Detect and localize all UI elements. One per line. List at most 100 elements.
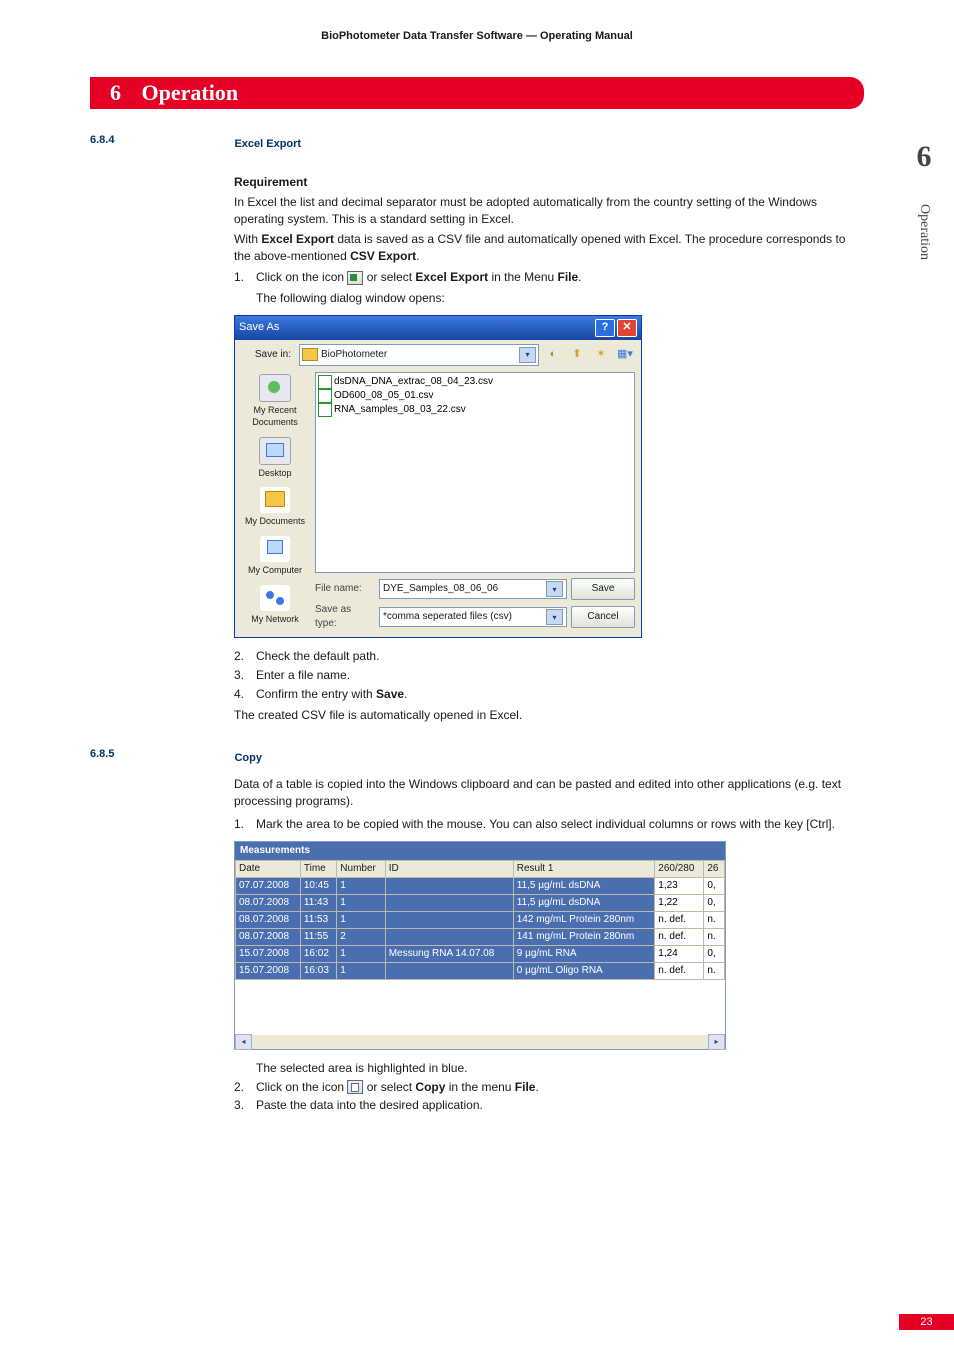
- step-1: Click on the icon or select Excel Export…: [256, 269, 864, 307]
- table-row[interactable]: 15.07.200816:031 0 µg/mL Oligo RNAn. def.…: [236, 962, 725, 979]
- scroll-left-icon[interactable]: ◂: [235, 1034, 252, 1050]
- section-number: 6.8.4: [90, 134, 230, 146]
- column-header[interactable]: 260/280: [655, 860, 704, 877]
- table-cell[interactable]: 1: [337, 962, 385, 979]
- scroll-right-icon[interactable]: ▸: [708, 1034, 725, 1050]
- table-cell[interactable]: 1,23: [655, 877, 704, 894]
- table-cell[interactable]: n. def.: [655, 911, 704, 928]
- table-cell[interactable]: 16:03: [300, 962, 336, 979]
- new-folder-icon[interactable]: ✶: [591, 345, 611, 365]
- table-cell[interactable]: Messung RNA 14.07.08: [385, 945, 513, 962]
- step-number: 1.: [234, 269, 256, 307]
- column-header[interactable]: Number: [337, 860, 385, 877]
- table-cell[interactable]: 08.07.2008: [236, 894, 301, 911]
- table-row[interactable]: 08.07.200811:531142 mg/mL Protein 280nmn…: [236, 911, 725, 928]
- place-desktop[interactable]: Desktop: [235, 437, 315, 480]
- step-3: Enter a file name.: [256, 667, 864, 684]
- column-header[interactable]: Result 1: [513, 860, 655, 877]
- column-header[interactable]: Time: [300, 860, 336, 877]
- table-cell[interactable]: 11:53: [300, 911, 336, 928]
- copy-step-2: Click on the icon or select Copy in the …: [256, 1079, 864, 1096]
- table-cell[interactable]: n.: [704, 928, 725, 945]
- file-item[interactable]: dsDNA_DNA_extrac_08_04_23.csv: [318, 375, 632, 389]
- back-icon[interactable]: ◐: [543, 345, 563, 365]
- table-cell[interactable]: 08.07.2008: [236, 911, 301, 928]
- table-cell[interactable]: 15.07.2008: [236, 945, 301, 962]
- table-row[interactable]: 08.07.200811:431 11,5 µg/mL dsDNA1,220,: [236, 894, 725, 911]
- table-cell[interactable]: n.: [704, 962, 725, 979]
- up-one-level-icon[interactable]: ⬆: [567, 345, 587, 365]
- table-cell[interactable]: 142 mg/mL Protein 280nm: [513, 911, 655, 928]
- place-my-documents[interactable]: My Documents: [235, 487, 315, 528]
- table-cell[interactable]: 11:43: [300, 894, 336, 911]
- place-my-network[interactable]: My Network: [235, 585, 315, 626]
- table-cell[interactable]: 15.07.2008: [236, 962, 301, 979]
- table-cell[interactable]: 16:02: [300, 945, 336, 962]
- views-icon[interactable]: ▦▾: [615, 345, 635, 365]
- file-item[interactable]: OD600_08_05_01.csv: [318, 389, 632, 403]
- folder-icon: [302, 348, 318, 361]
- file-item[interactable]: RNA_samples_08_03_22.csv: [318, 403, 632, 417]
- table-cell[interactable]: 141 mg/mL Protein 280nm: [513, 928, 655, 945]
- save-as-type-label: Save as type:: [315, 603, 375, 631]
- table-cell[interactable]: [385, 928, 513, 945]
- copy-icon: [347, 1080, 363, 1094]
- table-cell[interactable]: n. def.: [655, 928, 704, 945]
- table-row[interactable]: 07.07.200810:451 11,5 µg/mL dsDNA1,230,: [236, 877, 725, 894]
- chevron-down-icon[interactable]: ▾: [546, 581, 563, 597]
- step-number: 1.: [234, 816, 256, 833]
- table-cell[interactable]: 1: [337, 911, 385, 928]
- chevron-down-icon[interactable]: ▾: [546, 609, 563, 625]
- table-cell[interactable]: 07.07.2008: [236, 877, 301, 894]
- requirement-p1: In Excel the list and decimal separator …: [234, 194, 864, 228]
- close-button[interactable]: ✕: [617, 319, 637, 337]
- table-cell[interactable]: n. def.: [655, 962, 704, 979]
- chapter-title: Operation: [142, 80, 239, 105]
- table-cell[interactable]: 1: [337, 894, 385, 911]
- table-cell[interactable]: 9 µg/mL RNA: [513, 945, 655, 962]
- chevron-down-icon[interactable]: ▾: [519, 347, 536, 363]
- filename-label: File name:: [315, 582, 375, 596]
- table-cell[interactable]: [385, 911, 513, 928]
- table-row[interactable]: 08.07.200811:552141 mg/mL Protein 280nmn…: [236, 928, 725, 945]
- side-tab: 6 Operation: [894, 140, 954, 260]
- table-cell[interactable]: 0,: [704, 877, 725, 894]
- table-cell[interactable]: n.: [704, 911, 725, 928]
- table-cell[interactable]: [385, 962, 513, 979]
- table-cell[interactable]: 10:45: [300, 877, 336, 894]
- table-cell[interactable]: 11,5 µg/mL dsDNA: [513, 877, 655, 894]
- table-cell[interactable]: [385, 894, 513, 911]
- step-4: Confirm the entry with Save.: [256, 686, 864, 703]
- table-cell[interactable]: 1: [337, 945, 385, 962]
- table-cell[interactable]: 0,: [704, 894, 725, 911]
- column-header[interactable]: ID: [385, 860, 513, 877]
- table-cell[interactable]: 1: [337, 877, 385, 894]
- measurements-table[interactable]: DateTimeNumberIDResult 1260/28026 07.07.…: [235, 860, 725, 980]
- table-cell[interactable]: 1,22: [655, 894, 704, 911]
- horizontal-scrollbar[interactable]: ◂ ▸: [235, 1035, 725, 1049]
- table-cell[interactable]: 0 µg/mL Oligo RNA: [513, 962, 655, 979]
- table-row[interactable]: 15.07.200816:021Messung RNA 14.07.089 µg…: [236, 945, 725, 962]
- table-cell[interactable]: 11,5 µg/mL dsDNA: [513, 894, 655, 911]
- file-list[interactable]: dsDNA_DNA_extrac_08_04_23.csv OD600_08_0…: [315, 372, 635, 574]
- save-button[interactable]: Save: [571, 578, 635, 600]
- place-recent[interactable]: My Recent Documents: [235, 374, 315, 429]
- step-1-sub: The following dialog window opens:: [256, 290, 864, 307]
- table-cell[interactable]: 2: [337, 928, 385, 945]
- table-cell[interactable]: 11:55: [300, 928, 336, 945]
- table-cell[interactable]: 1,24: [655, 945, 704, 962]
- table-cell[interactable]: 0,: [704, 945, 725, 962]
- filename-input[interactable]: DYE_Samples_08_06_06▾: [379, 579, 567, 599]
- column-header[interactable]: 26: [704, 860, 725, 877]
- save-in-value: BioPhotometer: [321, 348, 519, 362]
- doc-header: BioPhotometer Data Transfer Software — O…: [90, 30, 864, 42]
- save-in-combo[interactable]: BioPhotometer ▾: [299, 344, 539, 366]
- table-cell[interactable]: [385, 877, 513, 894]
- save-as-type-combo[interactable]: *comma seperated files (csv)▾: [379, 607, 567, 627]
- place-my-computer[interactable]: My Computer: [235, 536, 315, 577]
- cancel-button[interactable]: Cancel: [571, 606, 635, 628]
- table-cell[interactable]: 08.07.2008: [236, 928, 301, 945]
- help-button[interactable]: ?: [595, 319, 615, 337]
- csv-file-icon: [318, 375, 332, 389]
- column-header[interactable]: Date: [236, 860, 301, 877]
